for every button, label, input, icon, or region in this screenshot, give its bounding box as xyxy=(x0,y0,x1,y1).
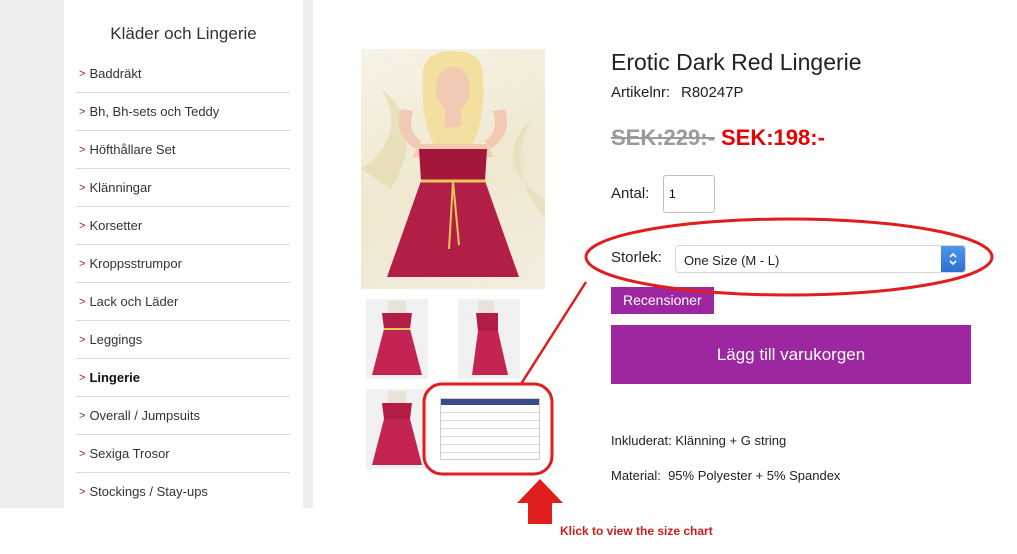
chevron-right-icon: > xyxy=(79,143,86,156)
sidebar-item-hofthallare-set[interactable]: > Höfthållare Set xyxy=(76,131,290,169)
chevron-right-icon: > xyxy=(79,67,86,80)
sidebar-item-label: Kroppsstrumpor xyxy=(89,256,182,271)
sidebar-item-label: Lack och Läder xyxy=(89,294,179,309)
product-main-image[interactable] xyxy=(361,49,545,289)
category-list: > Baddräkt > Bh, Bh-sets och Teddy > Höfthå… xyxy=(76,55,290,510)
article-number: R80247P xyxy=(681,84,744,101)
chevron-right-icon: > xyxy=(79,295,86,308)
product-title: Erotic Dark Red Lingerie xyxy=(611,49,862,75)
size-chart-thumbnail[interactable] xyxy=(440,398,540,460)
sidebar-item-label: Baddräkt xyxy=(89,66,142,81)
product-thumbnail-front[interactable] xyxy=(366,299,428,379)
product-thumbnail-side[interactable] xyxy=(458,299,520,379)
sidebar-item-label: Klänningar xyxy=(89,180,152,195)
sidebar-item-label: Korsetter xyxy=(89,218,143,233)
select-arrows-icon xyxy=(941,246,965,272)
old-price: SEK:229:- xyxy=(611,125,715,150)
sidebar-item-kroppsstrumpor[interactable]: > Kroppsstrumpor xyxy=(76,245,290,283)
size-chart-rows xyxy=(441,405,539,459)
chevron-right-icon: > xyxy=(79,181,86,194)
chevron-right-icon: > xyxy=(79,485,86,498)
size-label: Storlek: xyxy=(611,249,662,266)
article-number-label: Artikelnr: xyxy=(611,84,671,101)
sidebar-item-sexiga-trosor[interactable]: > Sexiga Trosor xyxy=(76,435,290,473)
quantity-label: Antal: xyxy=(611,185,650,202)
sidebar-item-leggings[interactable]: > Leggings xyxy=(76,321,290,359)
sidebar-title: Kläder och Lingerie xyxy=(110,24,257,43)
chevron-right-icon: > xyxy=(79,333,86,346)
sidebar-item-lingerie[interactable]: > Lingerie xyxy=(76,359,290,397)
sidebar-item-label: Sexiga Trosor xyxy=(89,446,170,461)
reviews-button[interactable]: Recensioner xyxy=(611,287,714,314)
category-sidebar: Kläder och Lingerie > Baddräkt > Bh, Bh-se… xyxy=(64,0,303,508)
sidebar-item-label: Bh, Bh-sets och Teddy xyxy=(89,104,220,119)
chevron-right-icon: > xyxy=(79,409,86,422)
chevron-right-icon: > xyxy=(79,371,86,384)
sidebar-item-label: Leggings xyxy=(89,332,143,347)
sidebar-item-label: Stockings / Stay-ups xyxy=(89,484,208,499)
chevron-right-icon: > xyxy=(79,257,86,270)
sidebar-item-korsetter[interactable]: > Korsetter xyxy=(76,207,290,245)
sidebar-item-label: Lingerie xyxy=(89,370,141,385)
sidebar-item-overall-jumpsuits[interactable]: > Overall / Jumpsuits xyxy=(76,397,290,435)
sidebar-item-stockings[interactable]: > Stockings / Stay-ups xyxy=(76,473,290,510)
sidebar-item-label: Overall / Jumpsuits xyxy=(89,408,200,423)
size-select-value: One Size (M - L) xyxy=(684,253,780,268)
included-items: Inkluderat: Klänning + G string xyxy=(611,433,787,448)
quantity-input[interactable] xyxy=(663,175,715,213)
sale-price: SEK:198:- xyxy=(721,125,825,150)
sidebar-item-label: Höfthållare Set xyxy=(89,142,176,157)
chevron-right-icon: > xyxy=(79,219,86,232)
product-thumbnail-back[interactable] xyxy=(366,389,428,469)
chevron-right-icon: > xyxy=(79,447,86,460)
add-to-cart-button[interactable]: Lägg till varukorgen xyxy=(611,325,971,384)
sidebar-item-klanningar[interactable]: > Klänningar xyxy=(76,169,290,207)
size-chart-annotation: Klick to view the size chart xyxy=(560,524,713,538)
chevron-right-icon: > xyxy=(79,105,86,118)
size-select[interactable]: One Size (M - L) xyxy=(675,245,966,273)
material-info: Material: 95% Polyester + 5% Spandex xyxy=(611,468,841,483)
sidebar-item-baddrakt[interactable]: > Baddräkt xyxy=(76,55,290,93)
sidebar-item-bh-sets-teddy[interactable]: > Bh, Bh-sets och Teddy xyxy=(76,93,290,131)
sidebar-item-lack-och-lader[interactable]: > Lack och Läder xyxy=(76,283,290,321)
